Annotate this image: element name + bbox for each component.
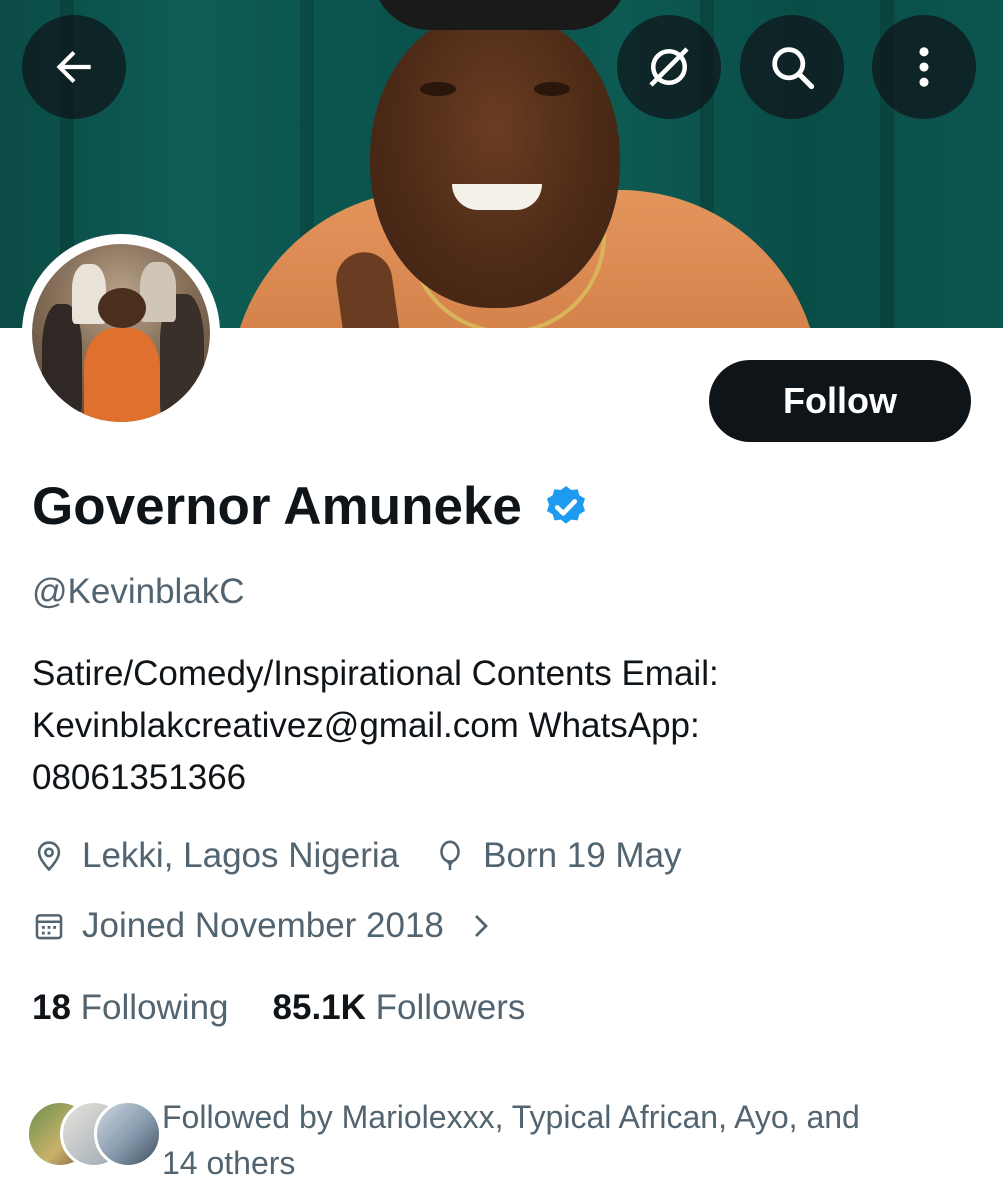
profile-meta-row: Lekki, Lagos Nigeria Born 19 May bbox=[32, 836, 682, 876]
display-name: Governor Amuneke bbox=[32, 477, 522, 536]
username-handle: @KevinblakC bbox=[32, 572, 245, 611]
following-count: 18 bbox=[32, 988, 71, 1027]
joined-date-item: Joined November 2018 bbox=[32, 906, 444, 946]
bio-line[interactable]: Kevinblakcreativez@gmail.com WhatsApp: bbox=[32, 700, 972, 752]
location-pin-icon bbox=[37, 841, 61, 872]
followers-label: Followers bbox=[375, 988, 526, 1027]
profile-bio: Satire/Comedy/Inspirational Contents Ema… bbox=[32, 648, 972, 804]
banner-person-cap bbox=[372, 0, 628, 30]
followed-by-text: Followed by Mariolexxx, Typical African,… bbox=[162, 1094, 962, 1186]
follow-button[interactable]: Follow bbox=[709, 360, 971, 442]
display-name-row: Governor Amuneke bbox=[32, 476, 590, 537]
avatar-figure bbox=[98, 288, 146, 328]
banner-person-smile bbox=[452, 184, 542, 210]
followers-stat[interactable]: 85.1K Followers bbox=[273, 988, 526, 1028]
profile-avatar[interactable] bbox=[22, 234, 220, 432]
location-item: Lekki, Lagos Nigeria bbox=[32, 836, 399, 876]
location-text: Lekki, Lagos Nigeria bbox=[82, 836, 400, 875]
chevron-right-icon bbox=[474, 915, 488, 937]
search-icon bbox=[772, 47, 815, 90]
followed-by-line: Followed by Mariolexxx, Typical African,… bbox=[162, 1099, 860, 1135]
more-options-button[interactable] bbox=[872, 15, 976, 119]
avatar-figure bbox=[84, 328, 160, 422]
arrow-left-icon bbox=[56, 50, 91, 84]
bio-line: 08061351366 bbox=[32, 758, 247, 797]
translate-off-icon bbox=[649, 47, 689, 87]
banner-person-eye bbox=[534, 82, 570, 96]
search-button[interactable] bbox=[740, 15, 844, 119]
bio-line: Satire/Comedy/Inspirational Contents Ema… bbox=[32, 654, 719, 693]
followers-count: 85.1K bbox=[272, 988, 366, 1027]
followers-you-know-avatars bbox=[26, 1094, 162, 1168]
banner-person-face bbox=[370, 8, 620, 308]
banner-person-eye bbox=[420, 82, 456, 96]
followed-by-line: 14 others bbox=[162, 1145, 296, 1181]
balloon-icon bbox=[440, 840, 460, 871]
follower-avatar bbox=[94, 1100, 162, 1168]
calendar-icon bbox=[35, 914, 63, 940]
back-button[interactable] bbox=[22, 15, 126, 119]
birthday-text: Born 19 May bbox=[483, 836, 682, 875]
avatar-image bbox=[32, 244, 210, 422]
joined-item[interactable]: Joined November 2018 bbox=[32, 906, 496, 946]
follow-stats: 18 Following 85.1K Followers bbox=[32, 988, 569, 1028]
birthday-item: Born 19 May bbox=[433, 836, 682, 876]
avatar-figure bbox=[140, 262, 176, 322]
joined-text: Joined November 2018 bbox=[82, 906, 444, 945]
following-stat[interactable]: 18 Following bbox=[32, 988, 229, 1028]
translate-toggle-button[interactable] bbox=[617, 15, 721, 119]
followed-by-row[interactable]: Followed by Mariolexxx, Typical African,… bbox=[26, 1094, 962, 1186]
following-label: Following bbox=[80, 988, 229, 1027]
more-vertical-icon bbox=[919, 47, 929, 87]
verified-badge-icon[interactable] bbox=[542, 483, 590, 531]
